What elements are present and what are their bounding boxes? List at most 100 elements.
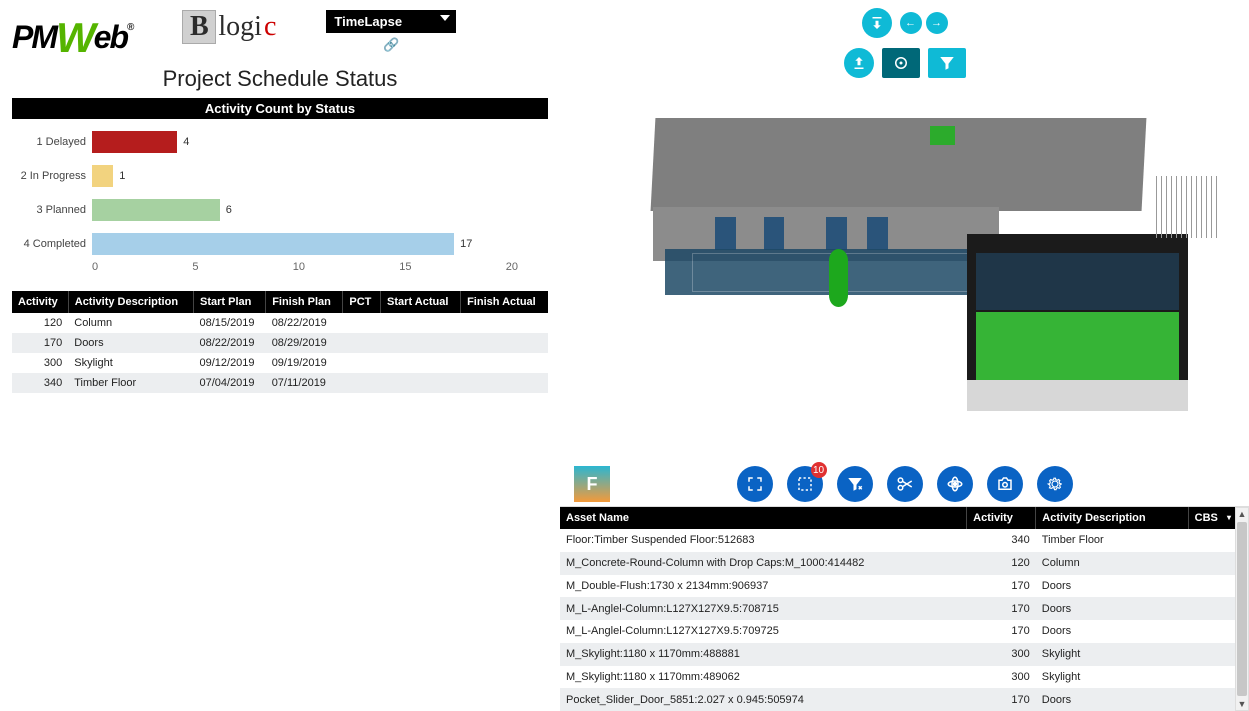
section-button[interactable] bbox=[887, 466, 923, 502]
explode-button[interactable] bbox=[937, 466, 973, 502]
table-cell: 07/04/2019 bbox=[193, 373, 265, 393]
camera-icon bbox=[996, 475, 1014, 493]
table-cell bbox=[343, 373, 381, 393]
asset-table-header[interactable]: Activity Description bbox=[1036, 507, 1188, 529]
forge-label: F bbox=[587, 474, 598, 495]
nav-right-button[interactable]: → bbox=[926, 12, 948, 34]
chart-x-axis: 05101520 bbox=[92, 261, 548, 273]
chart-category-label: 4 Completed bbox=[12, 233, 92, 255]
table-cell bbox=[381, 313, 461, 333]
table-row[interactable]: 340Timber Floor07/04/201907/11/2019 bbox=[12, 373, 548, 393]
chart-category-label: 2 In Progress bbox=[12, 165, 92, 187]
chart-bar[interactable]: 6 bbox=[92, 199, 518, 221]
chart-value-label: 17 bbox=[460, 238, 472, 250]
activity-table-header[interactable]: PCT bbox=[343, 291, 381, 313]
activity-table: ActivityActivity DescriptionStart PlanFi… bbox=[12, 291, 548, 393]
table-cell bbox=[461, 333, 548, 353]
table-row[interactable]: M_Double-Flush:1730 x 2134mm:906937170Do… bbox=[560, 575, 1235, 598]
gear-icon bbox=[1046, 475, 1064, 493]
table-row[interactable]: M_L-Anglel-Column:L127X127X9.5:709725170… bbox=[560, 620, 1235, 643]
table-cell bbox=[461, 353, 548, 373]
chart-bar[interactable]: 17 bbox=[92, 233, 518, 255]
table-row[interactable]: M_Concrete-Round-Column with Drop Caps:M… bbox=[560, 552, 1235, 575]
table-cell: M_Double-Flush:1730 x 2134mm:906937 bbox=[560, 575, 967, 598]
chart-category-label: 3 Planned bbox=[12, 199, 92, 221]
asset-table-header[interactable]: CBS▾ bbox=[1188, 507, 1235, 529]
table-cell: M_Skylight:1180 x 1170mm:489062 bbox=[560, 666, 967, 689]
page-title: Project Schedule Status bbox=[12, 66, 548, 92]
axis-tick: 15 bbox=[399, 261, 411, 273]
table-cell bbox=[343, 313, 381, 333]
table-cell: M_Concrete-Round-Column with Drop Caps:M… bbox=[560, 552, 967, 575]
selection-badge: 10 bbox=[811, 462, 827, 478]
fit-view-button[interactable] bbox=[737, 466, 773, 502]
table-cell bbox=[461, 373, 548, 393]
chart-value-label: 4 bbox=[183, 136, 189, 148]
table-cell: 09/19/2019 bbox=[266, 353, 343, 373]
table-cell: 300 bbox=[967, 643, 1036, 666]
fit-icon bbox=[746, 475, 764, 493]
table-row[interactable]: M_Skylight:1180 x 1170mm:488881300Skylig… bbox=[560, 643, 1235, 666]
activity-table-header[interactable]: Start Actual bbox=[381, 291, 461, 313]
asset-table-header[interactable]: Asset Name bbox=[560, 507, 967, 529]
nav-left-button[interactable]: ← bbox=[900, 12, 922, 34]
viewer-top-toolbar: ← → bbox=[862, 8, 948, 38]
clear-filter-button[interactable] bbox=[837, 466, 873, 502]
activity-table-header[interactable]: Activity bbox=[12, 291, 68, 313]
scroll-thumb[interactable] bbox=[1237, 522, 1247, 696]
settings-button[interactable] bbox=[1037, 466, 1073, 502]
table-row[interactable]: M_Skylight:1180 x 1170mm:489062300Skylig… bbox=[560, 666, 1235, 689]
table-cell bbox=[1188, 552, 1235, 575]
table-row[interactable]: 120Column08/15/201908/22/2019 bbox=[12, 313, 548, 333]
target-button[interactable] bbox=[882, 48, 920, 78]
table-cell: 08/22/2019 bbox=[193, 333, 265, 353]
snapshot-button[interactable] bbox=[987, 466, 1023, 502]
collapse-down-button[interactable] bbox=[862, 8, 892, 38]
table-cell: Column bbox=[1036, 552, 1188, 575]
table-cell bbox=[381, 333, 461, 353]
table-row[interactable]: 300Skylight09/12/201909/19/2019 bbox=[12, 353, 548, 373]
forge-button[interactable]: F bbox=[574, 466, 610, 502]
table-cell bbox=[1188, 597, 1235, 620]
activity-table-header[interactable]: Start Plan bbox=[193, 291, 265, 313]
table-cell: M_L-Anglel-Column:L127X127X9.5:708715 bbox=[560, 597, 967, 620]
link-icon[interactable]: 🔗 bbox=[326, 37, 456, 53]
table-cell bbox=[343, 333, 381, 353]
chart-bar[interactable]: 1 bbox=[92, 165, 518, 187]
table-row[interactable]: 170Doors08/22/201908/29/2019 bbox=[12, 333, 548, 353]
three-d-viewer[interactable]: ← → bbox=[560, 0, 1249, 506]
table-cell bbox=[1188, 575, 1235, 598]
scissors-icon bbox=[896, 475, 914, 493]
chart-bar[interactable]: 4 bbox=[92, 131, 518, 153]
table-cell: 170 bbox=[967, 597, 1036, 620]
axis-tick: 20 bbox=[506, 261, 518, 273]
activity-table-header[interactable]: Finish Plan bbox=[266, 291, 343, 313]
chart-title: Activity Count by Status bbox=[12, 98, 548, 119]
table-cell: 120 bbox=[967, 552, 1036, 575]
table-row[interactable]: M_L-Anglel-Column:L127X127X9.5:708715170… bbox=[560, 597, 1235, 620]
table-cell: Pocket_Slider_Door_5851:2.027 x 0.945:50… bbox=[560, 688, 967, 711]
timelapse-dropdown[interactable]: TimeLapse bbox=[326, 10, 456, 33]
filter-button[interactable] bbox=[928, 48, 966, 78]
table-cell: 340 bbox=[12, 373, 68, 393]
asset-scrollbar[interactable]: ▲ ▼ bbox=[1235, 507, 1249, 711]
table-row[interactable]: Floor:Timber Suspended Floor:512683340Ti… bbox=[560, 529, 1235, 552]
target-icon bbox=[892, 54, 910, 72]
building-model[interactable] bbox=[590, 60, 1219, 446]
activity-table-header[interactable]: Activity Description bbox=[68, 291, 193, 313]
table-row[interactable]: Pocket_Slider_Door_5851:2.027 x 0.945:50… bbox=[560, 688, 1235, 711]
asset-table: Asset NameActivityActivity DescriptionCB… bbox=[560, 507, 1235, 711]
asset-table-header[interactable]: Activity bbox=[967, 507, 1036, 529]
selection-button[interactable]: 10 bbox=[787, 466, 823, 502]
collapse-up-button[interactable] bbox=[844, 48, 874, 78]
axis-tick: 5 bbox=[192, 261, 198, 273]
table-cell: 08/29/2019 bbox=[266, 333, 343, 353]
table-cell bbox=[461, 313, 548, 333]
table-cell: 340 bbox=[967, 529, 1036, 552]
scroll-up-icon[interactable]: ▲ bbox=[1238, 509, 1247, 519]
table-cell: Doors bbox=[1036, 597, 1188, 620]
table-cell: Skylight bbox=[68, 353, 193, 373]
scroll-down-icon[interactable]: ▼ bbox=[1238, 699, 1247, 709]
activity-table-header[interactable]: Finish Actual bbox=[461, 291, 548, 313]
table-cell: Column bbox=[68, 313, 193, 333]
